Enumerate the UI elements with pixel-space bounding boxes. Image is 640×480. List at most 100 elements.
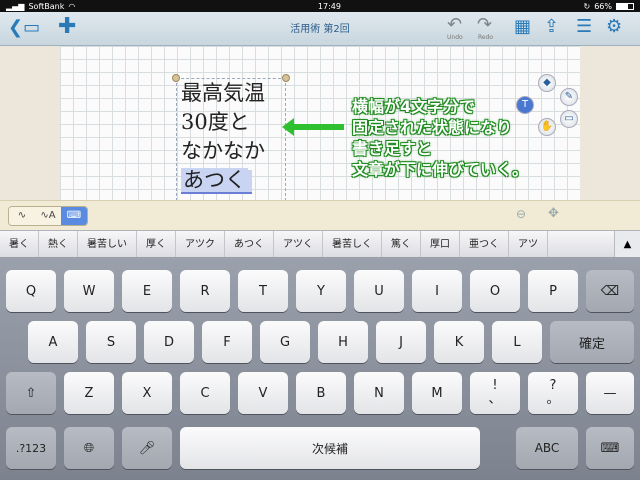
move-icon[interactable]: ✥ — [548, 206, 559, 221]
candidate-item[interactable]: アツク — [176, 231, 225, 258]
key-k[interactable]: K — [434, 321, 484, 363]
list-icon[interactable]: ☰ — [576, 18, 592, 36]
signal-icon: ▂▄▆ — [6, 1, 25, 11]
candidate-item[interactable]: 暑く — [0, 231, 39, 258]
wifi-icon: ◠ — [68, 1, 76, 11]
key-s[interactable]: S — [86, 321, 136, 363]
key-h[interactable]: H — [318, 321, 368, 363]
resize-handle[interactable] — [172, 74, 180, 82]
key-w[interactable]: W — [64, 270, 114, 312]
key-question-period[interactable]: ? 。 — [528, 372, 578, 414]
pen-mode-icon[interactable]: ∿ — [9, 207, 35, 225]
key-i[interactable]: I — [412, 270, 462, 312]
candidate-item[interactable]: 暑苦しい — [78, 231, 137, 258]
key-v[interactable]: V — [238, 372, 288, 414]
callout-text: 横幅が4文字分で 固定された状態になり 書き足すと 文章が下に伸びていく。 — [352, 96, 640, 180]
key-u[interactable]: U — [354, 270, 404, 312]
candidate-item[interactable]: アツく — [274, 231, 323, 258]
candidate-bar: 暑く 熱く 暑苦しい 厚く アツク あつく アツく 暑苦しく 篤く 厚口 亜つく… — [0, 230, 640, 258]
key-top-char: ? — [549, 378, 557, 393]
status-bar: ▂▄▆ SoftBank ◠ 17:49 ↻ 66% — [0, 0, 640, 12]
callout-line: 横幅が4文字分で — [352, 97, 476, 116]
candidate-item[interactable]: 熱く — [39, 231, 78, 258]
key-g[interactable]: G — [260, 321, 310, 363]
key-exclamation-comma[interactable]: ! 、 — [470, 372, 520, 414]
text-line: なかなか — [181, 139, 265, 163]
text-icon[interactable]: T — [516, 96, 534, 114]
space-key[interactable]: 次候補 — [180, 427, 480, 469]
callout-arrow — [282, 118, 344, 136]
confirm-key[interactable]: 確定 — [550, 321, 634, 363]
eraser-icon[interactable]: ▭ — [560, 110, 578, 128]
candidate-item[interactable]: あつく — [225, 231, 274, 258]
status-time: 17:49 — [317, 1, 341, 11]
drag-handle-icon[interactable]: ⊖ — [516, 207, 526, 221]
keyboard: Q W E R T Y U I O P ⌫ A S D F G H J K L … — [0, 257, 640, 480]
key-p[interactable]: P — [528, 270, 578, 312]
globe-icon[interactable]: 🌐︎ — [64, 427, 114, 469]
undo-label: Undo — [447, 34, 463, 41]
backspace-icon[interactable]: ⌫ — [586, 270, 634, 312]
key-bottom-char: 。 — [546, 392, 560, 407]
text-line: 最高気温 — [181, 81, 265, 105]
abc-key[interactable]: ABC — [516, 427, 578, 469]
key-e[interactable]: E — [122, 270, 172, 312]
keyboard-mode-icon[interactable]: ⌨ — [61, 207, 87, 225]
layout-icon[interactable]: ▦ — [514, 18, 531, 36]
key-b[interactable]: B — [296, 372, 346, 414]
numbers-key[interactable]: .?123 — [6, 427, 56, 469]
key-m[interactable]: M — [412, 372, 462, 414]
key-t[interactable]: T — [238, 270, 288, 312]
candidate-item[interactable]: 篤く — [382, 231, 421, 258]
key-r[interactable]: R — [180, 270, 230, 312]
candidate-item[interactable]: 亜つく — [460, 231, 509, 258]
text-box[interactable]: 最高気温 30度と なかなか あつく — [176, 78, 286, 206]
candidate-item[interactable]: 厚口 — [421, 231, 460, 258]
share-icon[interactable]: ⇪ — [544, 18, 559, 36]
expand-candidates-button[interactable]: ▲ — [614, 231, 640, 258]
candidate-item[interactable]: 厚く — [137, 231, 176, 258]
key-top-char: ! — [492, 378, 498, 393]
pen-text-mode-icon[interactable]: ∿A — [35, 207, 61, 225]
key-z[interactable]: Z — [64, 372, 114, 414]
key-c[interactable]: C — [180, 372, 230, 414]
settings-icon[interactable]: ⚙ — [606, 18, 622, 36]
callout-line: 書き足すと — [352, 139, 433, 158]
key-n[interactable]: N — [354, 372, 404, 414]
key-o[interactable]: O — [470, 270, 520, 312]
redo-label: Redo — [478, 34, 494, 41]
shift-icon[interactable]: ⇧ — [6, 372, 56, 414]
microphone-icon[interactable]: 🎤︎ — [122, 427, 172, 469]
key-y[interactable]: Y — [296, 270, 346, 312]
candidate-item[interactable]: 暑苦しく — [323, 231, 382, 258]
dismiss-keyboard-icon[interactable]: ⌨ — [586, 427, 634, 469]
top-toolbar: ❮▭ ✚ 活用術 第2回 ↶ Undo ↷ Redo ▦ ⇪ ☰ ⚙ — [0, 12, 640, 46]
left-margin — [0, 46, 60, 206]
diamond-icon[interactable]: ◆ — [538, 74, 556, 92]
rotation-lock-icon: ↻ — [583, 1, 591, 11]
redo-icon[interactable]: ↷ — [477, 16, 492, 34]
hand-icon[interactable]: ✋ — [538, 118, 556, 136]
key-f[interactable]: F — [202, 321, 252, 363]
key-bottom-char: 、 — [488, 392, 502, 407]
key-q[interactable]: Q — [6, 270, 56, 312]
radial-menu: ◆ ✎ T ✋ ▭ — [508, 74, 578, 154]
candidate-item[interactable]: アツ — [509, 231, 548, 258]
text-cursor — [248, 169, 252, 194]
callout-line: 文章が下に伸びていく。 — [352, 160, 529, 179]
undo-icon[interactable]: ↶ — [447, 16, 462, 34]
text-line: 30度と — [181, 110, 250, 134]
input-mode-switch: ∿ ∿A ⌨ — [8, 206, 88, 226]
resize-handle[interactable] — [282, 74, 290, 82]
pen-icon[interactable]: ✎ — [560, 88, 578, 106]
key-a[interactable]: A — [28, 321, 78, 363]
battery-icon — [615, 2, 634, 10]
callout-line: 固定された状態になり — [352, 118, 513, 137]
key-l[interactable]: L — [492, 321, 542, 363]
key-x[interactable]: X — [122, 372, 172, 414]
mode-bar: ∿ ∿A ⌨ ⊖ ✥ — [0, 200, 640, 230]
key-d[interactable]: D — [144, 321, 194, 363]
key-dash[interactable]: — — [586, 372, 634, 414]
composing-text: あつく — [181, 168, 248, 194]
key-j[interactable]: J — [376, 321, 426, 363]
